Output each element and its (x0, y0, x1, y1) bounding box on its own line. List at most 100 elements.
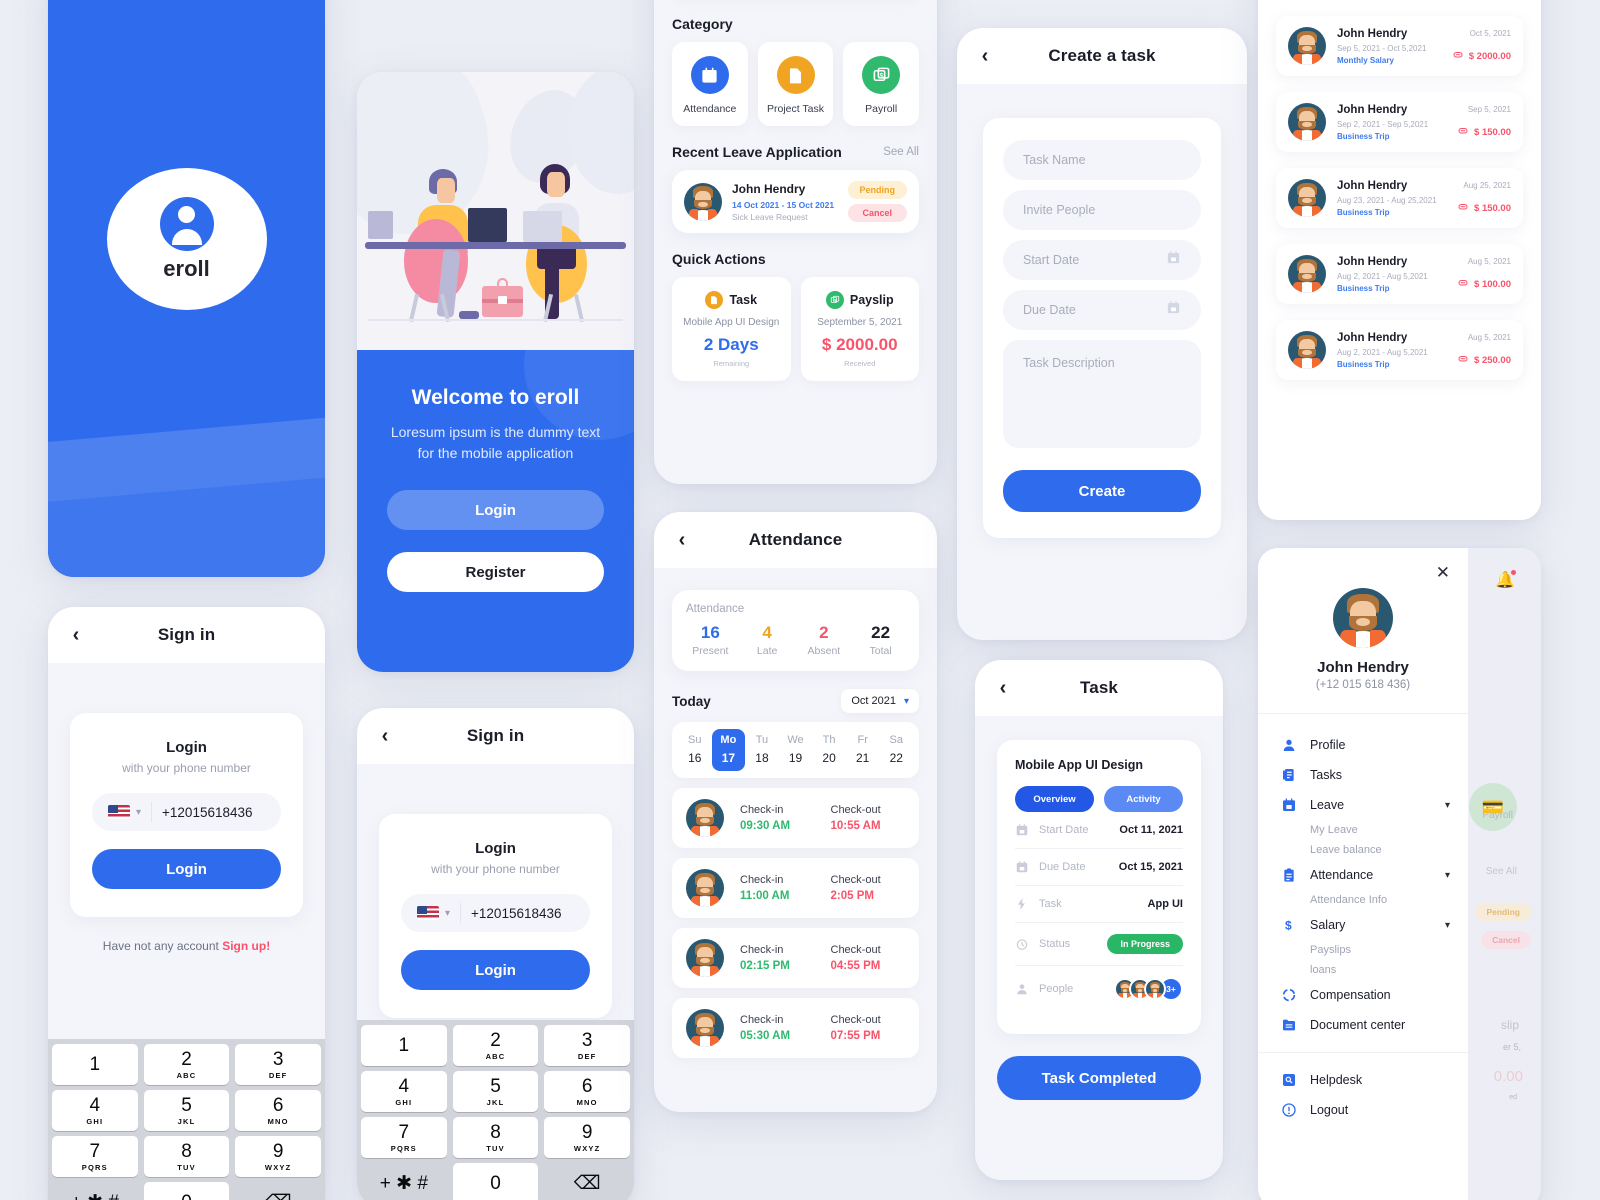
attendance-record-row[interactable]: Check-in 09:30 AM Check-out 10:55 AM (672, 788, 919, 848)
chevron-down-icon[interactable]: ▾ (1445, 870, 1450, 881)
payroll-row[interactable]: John Hendry Sep 2, 2021 - Sep 5,2021 Bus… (1276, 92, 1523, 152)
phone-input-value[interactable]: +12015618436 (162, 805, 252, 820)
drawer-item-document-center[interactable]: Document center (1280, 1010, 1468, 1040)
key-7[interactable]: 7 PQRS (361, 1117, 447, 1158)
drawer-item-helpdesk[interactable]: Helpdesk (1280, 1065, 1468, 1095)
drawer-item-profile[interactable]: Profile (1280, 730, 1468, 760)
field-invite-people[interactable]: Invite People (1003, 190, 1201, 230)
payroll-row[interactable]: John Hendry Sep 5, 2021 - Oct 5,2021 Mon… (1276, 16, 1523, 76)
back-icon[interactable]: ‹ (993, 678, 1013, 698)
payroll-row[interactable]: John Hendry Aug 2, 2021 - Aug 5,2021 Bus… (1276, 244, 1523, 304)
key-2[interactable]: 2 ABC (452, 1025, 539, 1066)
drawer-item-attendance[interactable]: Attendance ▾ (1280, 860, 1468, 890)
key-4[interactable]: 4 GHI (52, 1090, 138, 1131)
key-2[interactable]: 2 ABC (143, 1044, 230, 1085)
leave-application-card[interactable]: John Hendry 14 Oct 2021 - 15 Oct 2021 Si… (672, 170, 919, 233)
key-3[interactable]: 3 DEF (235, 1044, 321, 1085)
welcome-login-button[interactable]: Login (387, 490, 604, 530)
attendance-record-row[interactable]: Check-in 05:30 AM Check-out 07:55 PM (672, 998, 919, 1058)
drawer-subitem-my-leave[interactable]: My Leave (1280, 820, 1468, 840)
phone-input-value[interactable]: +12015618436 (471, 906, 561, 921)
key-symbols[interactable]: + ✱ # (361, 1163, 447, 1200)
day-18[interactable]: Tu 18 (745, 729, 779, 771)
cancel-button[interactable]: Cancel (847, 204, 907, 222)
welcome-register-button[interactable]: Register (387, 552, 604, 592)
category-project-task[interactable]: Project Task (757, 42, 834, 126)
drawer-item-compensation[interactable]: Compensation (1280, 980, 1468, 1010)
quick-action-task[interactable]: Task Mobile App UI Design 2 Days Remaini… (672, 277, 791, 381)
week-strip[interactable]: Su 16 Mo 17 Tu 18 We 19 Th 20 Fr 21 Sa 2… (672, 722, 919, 778)
drawer-item-leave[interactable]: Leave ▾ (1280, 790, 1468, 820)
key-5[interactable]: 5 JKL (452, 1071, 539, 1112)
numeric-keypad-1[interactable]: 1 2 ABC 3 DEF 4 GHI 5 JKL 6 MNO 7 PQRS 8… (48, 1039, 325, 1200)
day-17[interactable]: Mo 17 (711, 729, 746, 771)
key-backspace[interactable]: ⌫ (544, 1163, 630, 1200)
drawer-subitem-loans[interactable]: loans (1280, 960, 1468, 980)
month-selector[interactable]: Oct 2021 ▾ (841, 689, 919, 713)
field-task-name[interactable]: Task Name (1003, 140, 1201, 180)
see-all-link[interactable]: See All (883, 146, 919, 158)
chevron-down-icon[interactable]: ▾ (1445, 800, 1450, 811)
field-due-date[interactable]: Due Date (1003, 290, 1201, 330)
key-1[interactable]: 1 (52, 1044, 138, 1085)
drawer-subitem-leave-balance[interactable]: Leave balance (1280, 840, 1468, 860)
task-description-field[interactable]: Task Description (1003, 340, 1201, 448)
calendar-icon[interactable] (1166, 250, 1181, 270)
drawer-item-logout[interactable]: Logout (1280, 1095, 1468, 1125)
back-icon[interactable]: ‹ (66, 625, 86, 645)
payroll-row[interactable]: John Hendry Aug 23, 2021 - Aug 25,2021 B… (1276, 168, 1523, 228)
drawer-item-salary[interactable]: $ Salary ▾ (1280, 910, 1468, 940)
key-5[interactable]: 5 JKL (143, 1090, 230, 1131)
calendar-icon[interactable] (1166, 300, 1181, 320)
key-8[interactable]: 8 TUV (143, 1136, 230, 1177)
key-6[interactable]: 6 MNO (544, 1071, 630, 1112)
chevron-down-icon[interactable]: ▾ (136, 807, 141, 818)
close-icon[interactable]: ✕ (1436, 564, 1450, 581)
back-icon[interactable]: ‹ (672, 530, 692, 550)
back-icon[interactable]: ‹ (975, 46, 995, 66)
chevron-down-icon[interactable]: ▾ (445, 908, 450, 919)
notification-bell-icon[interactable]: 🔔 (1495, 570, 1516, 590)
attendance-record-row[interactable]: Check-in 11:00 AM Check-out 2:05 PM (672, 858, 919, 918)
day-20[interactable]: Th 20 (812, 729, 846, 771)
day-16[interactable]: Su 16 (678, 729, 712, 771)
category-attendance[interactable]: Attendance (672, 42, 748, 126)
create-button[interactable]: Create (1003, 470, 1201, 512)
drawer-subitem-payslips[interactable]: Payslips (1280, 940, 1468, 960)
signup-link[interactable]: Sign up! (222, 939, 270, 953)
chevron-down-icon[interactable]: ▾ (1445, 920, 1450, 931)
quick-action-payslip[interactable]: $ Payslip September 5, 2021 $ 2000.00 Re… (800, 277, 919, 381)
key-0[interactable]: 0 (143, 1182, 230, 1200)
drawer-subitem-attendance-info[interactable]: Attendance Info (1280, 890, 1468, 910)
day-19[interactable]: We 19 (779, 729, 813, 771)
task-completed-button[interactable]: Task Completed (997, 1056, 1201, 1100)
phone-input-group[interactable]: ▾ +12015618436 (92, 793, 281, 831)
day-22[interactable]: Sa 22 (879, 729, 913, 771)
key-0[interactable]: 0 (452, 1163, 539, 1200)
field-start-date[interactable]: Start Date (1003, 240, 1201, 280)
attendance-record-row[interactable]: Check-in 02:15 PM Check-out 04:55 PM (672, 928, 919, 988)
tab-overview[interactable]: Overview (1015, 786, 1094, 812)
task-tabs[interactable]: Overview Activity (1015, 786, 1183, 812)
key-backspace[interactable]: ⌫ (235, 1182, 321, 1200)
phone-input-group[interactable]: ▾ +12015618436 (401, 894, 590, 932)
key-8[interactable]: 8 TUV (452, 1117, 539, 1158)
key-6[interactable]: 6 MNO (235, 1090, 321, 1131)
key-symbols[interactable]: + ✱ # (52, 1182, 138, 1200)
numeric-keypad-2[interactable]: 1 2 ABC 3 DEF 4 GHI 5 JKL 6 MNO 7 PQRS 8… (357, 1020, 634, 1200)
key-1[interactable]: 1 (361, 1025, 447, 1066)
key-4[interactable]: 4 GHI (361, 1071, 447, 1112)
key-3[interactable]: 3 DEF (544, 1025, 630, 1066)
key-9[interactable]: 9 WXYZ (544, 1117, 630, 1158)
tab-activity[interactable]: Activity (1104, 786, 1183, 812)
day-21[interactable]: Fr 21 (846, 729, 880, 771)
login-button[interactable]: Login (401, 950, 590, 990)
category-payroll[interactable]: $ Payroll (843, 42, 920, 126)
key-9[interactable]: 9 WXYZ (235, 1136, 321, 1177)
login-button[interactable]: Login (92, 849, 281, 889)
key-7[interactable]: 7 PQRS (52, 1136, 138, 1177)
drawer-item-tasks[interactable]: Tasks (1280, 760, 1468, 790)
payroll-row[interactable]: John Hendry Aug 2, 2021 - Aug 5,2021 Bus… (1276, 320, 1523, 380)
back-icon[interactable]: ‹ (375, 726, 395, 746)
people-avatar-stack[interactable]: 3+ (1114, 977, 1183, 1001)
